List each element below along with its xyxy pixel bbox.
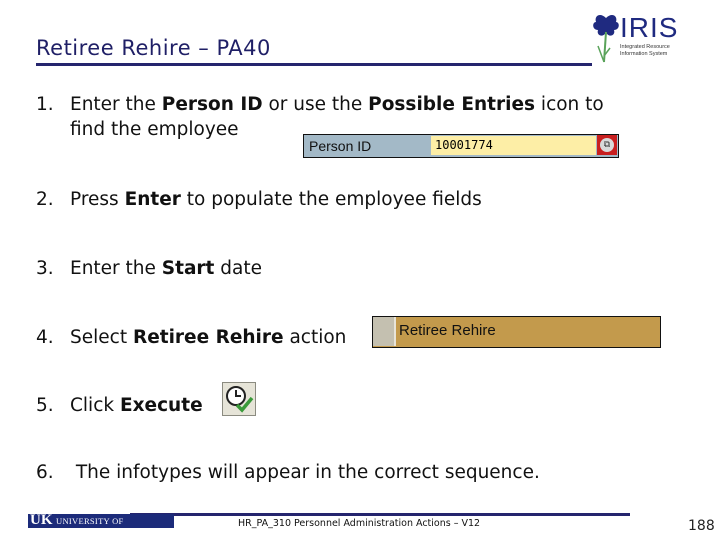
execute-button[interactable] xyxy=(222,382,256,416)
step-number: 3. xyxy=(36,258,54,279)
row-selector[interactable] xyxy=(373,317,396,346)
step-3: 3. Enter the Start date xyxy=(36,258,263,279)
person-id-field: Person ID 10001774 ⧉ xyxy=(303,134,619,158)
step-number: 2. xyxy=(36,189,54,210)
step-4: 4. Select Retiree Rehire action xyxy=(36,327,347,348)
logo-name: IRIS xyxy=(620,12,679,43)
footer-rule xyxy=(130,513,630,516)
bold-term: Execute xyxy=(119,395,203,416)
step-5: 5. Click Execute xyxy=(36,395,203,416)
step-number: 5. xyxy=(36,395,54,416)
person-id-input[interactable]: 10001774 xyxy=(431,136,596,155)
possible-entries-icon: ⧉ xyxy=(600,138,614,152)
iris-logo: IRIS Integrated Resource Information Sys… xyxy=(590,10,680,70)
action-type-label: Retiree Rehire xyxy=(399,322,496,339)
uk-mark: UK xyxy=(30,512,53,528)
person-id-label: Person ID xyxy=(309,138,372,154)
step-1-continuation: find the employee xyxy=(70,119,239,140)
clock-checkmark-icon xyxy=(226,386,254,413)
bold-term: Start xyxy=(161,258,215,279)
step-number: 4. xyxy=(36,327,54,348)
uk-logo: UK UNIVERSITY OF KENTUCKY xyxy=(28,512,174,536)
step-number: 1. xyxy=(36,94,54,115)
bold-term: Possible Entries xyxy=(368,94,536,115)
possible-entries-button[interactable]: ⧉ xyxy=(597,135,617,155)
university-name: UNIVERSITY OF KENTUCKY xyxy=(56,516,124,536)
step-2: 2. Press Enter to populate the employee f… xyxy=(36,189,482,210)
step-number: 6. xyxy=(36,462,54,483)
course-title: HR_PA_310 Personnel Administration Actio… xyxy=(238,518,481,529)
iris-flower-icon xyxy=(593,15,619,63)
step-6: 6. The infotypes will appear in the corr… xyxy=(36,462,540,483)
slide-title: Retiree Rehire – PA40 xyxy=(36,36,271,60)
bold-term: Person ID xyxy=(161,94,263,115)
bold-term: Enter xyxy=(124,189,181,210)
bold-term: Retiree Rehire xyxy=(132,327,284,348)
logo-subtitle: Integrated Resource Information System xyxy=(620,44,670,57)
title-underline xyxy=(36,63,592,66)
step-1: 1. Enter the Person ID or use the Possibl… xyxy=(36,94,604,115)
page-number: 188 xyxy=(688,518,715,534)
action-type-row[interactable]: Retiree Rehire xyxy=(372,316,661,348)
